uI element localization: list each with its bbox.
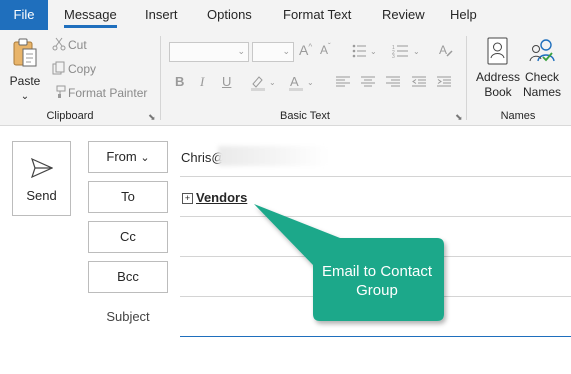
callout-line2: Group bbox=[356, 282, 398, 299]
callout-shape bbox=[254, 204, 444, 321]
callout-line1: Email to Contact bbox=[321, 263, 433, 280]
callout-text: Email to Contact Group bbox=[314, 262, 440, 300]
